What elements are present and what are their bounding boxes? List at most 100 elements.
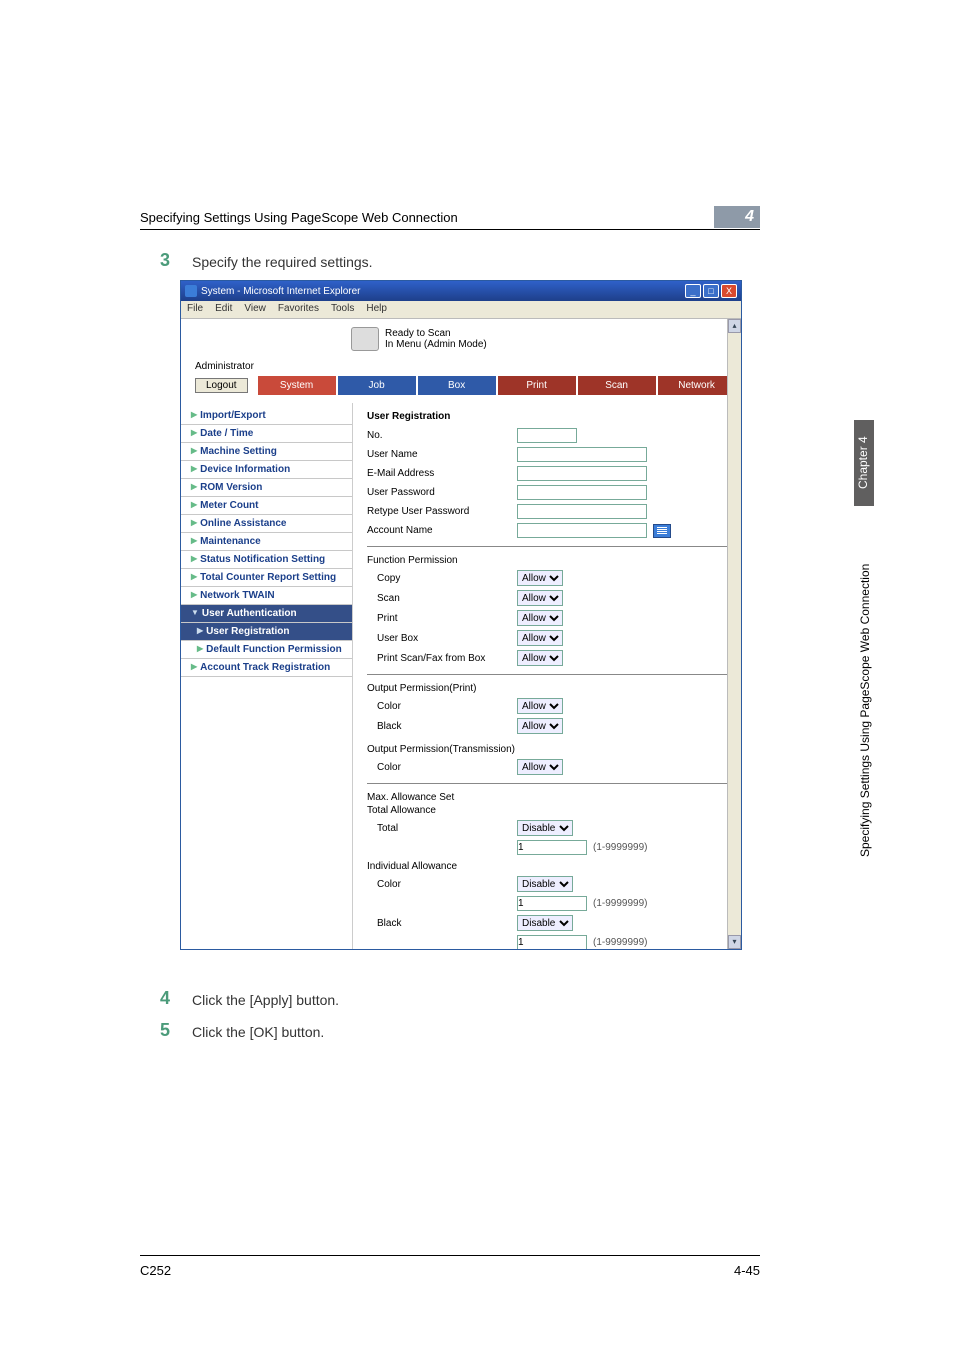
lab-color1: Color	[377, 701, 517, 712]
lab-color3: Color	[377, 879, 517, 890]
side-deffunc[interactable]: ▶Default Function Permission	[181, 641, 352, 659]
menu-tools[interactable]: Tools	[331, 303, 354, 316]
range-color3: (1-9999999)	[587, 898, 647, 909]
logout-button[interactable]: Logout	[195, 378, 248, 393]
page-header: Specifying Settings Using PageScope Web …	[140, 210, 760, 230]
step5-num: 5	[160, 1020, 170, 1041]
side-userreg[interactable]: ▶User Registration	[181, 623, 352, 641]
sel-psfb[interactable]: Allow	[517, 650, 563, 666]
menu-edit[interactable]: Edit	[215, 303, 232, 316]
tab-system[interactable]: System	[258, 376, 336, 395]
tab-job[interactable]: Job	[338, 376, 416, 395]
input-color3[interactable]	[517, 896, 587, 911]
form-heading: User Registration	[367, 411, 727, 426]
lab-psfb: Print Scan/Fax from Box	[377, 653, 517, 664]
sel-copy[interactable]: Allow	[517, 570, 563, 586]
tab-row: Logout System Job Box Print Scan Network	[181, 374, 741, 403]
lab-color2: Color	[377, 762, 517, 773]
status-row: Ready to Scan In Menu (Admin Mode)	[181, 319, 741, 357]
sel-print[interactable]: Allow	[517, 610, 563, 626]
chapter-badge: Chapter 4	[854, 420, 874, 506]
sel-userbox[interactable]: Allow	[517, 630, 563, 646]
scroll-up-icon[interactable]: ▴	[728, 319, 741, 333]
step4-num: 4	[160, 988, 170, 1009]
step3-num: 3	[160, 250, 170, 271]
window-title: System - Microsoft Internet Explorer	[201, 286, 361, 297]
sel-total[interactable]: Disable	[517, 820, 573, 836]
menu-view[interactable]: View	[244, 303, 266, 316]
input-black3[interactable]	[517, 935, 587, 949]
window-body: Ready to Scan In Menu (Admin Mode) Admin…	[181, 319, 741, 949]
input-no[interactable]	[517, 428, 577, 443]
side-device[interactable]: ▶Device Information	[181, 461, 352, 479]
lab-copy: Copy	[377, 573, 517, 584]
scroll-down-icon[interactable]: ▾	[728, 935, 741, 949]
scrollbar[interactable]: ▴ ▾	[727, 319, 741, 949]
side-text: Specifying Settings Using PageScope Web …	[858, 520, 872, 900]
menu-help[interactable]: Help	[366, 303, 387, 316]
tab-box[interactable]: Box	[418, 376, 496, 395]
tab-scan[interactable]: Scan	[578, 376, 656, 395]
input-email[interactable]	[517, 466, 647, 481]
totallow-title: Total Allowance	[367, 805, 727, 818]
step5-text: Click the [OK] button.	[192, 1024, 324, 1040]
tab-print[interactable]: Print	[498, 376, 576, 395]
side-account[interactable]: ▶Account Track Registration	[181, 659, 352, 677]
input-pw[interactable]	[517, 485, 647, 500]
close-button[interactable]: X	[721, 284, 737, 298]
sidebar: ▶Import/Export ▶Date / Time ▶Machine Set…	[181, 403, 353, 949]
lab-print: Print	[377, 613, 517, 624]
lab-black1: Black	[377, 721, 517, 732]
input-account[interactable]	[517, 523, 647, 538]
menu-file[interactable]: File	[187, 303, 203, 316]
side-counter[interactable]: ▶Total Counter Report Setting	[181, 569, 352, 587]
account-list-icon[interactable]	[653, 524, 671, 538]
side-online[interactable]: ▶Online Assistance	[181, 515, 352, 533]
sel-black3[interactable]: Disable	[517, 915, 573, 931]
indallow-title: Individual Allowance	[367, 857, 727, 874]
lab-scan: Scan	[377, 593, 517, 604]
window-titlebar: System - Microsoft Internet Explorer _ □…	[181, 281, 741, 301]
admin-label: Administrator	[181, 357, 741, 374]
lab-username: User Name	[367, 449, 517, 460]
lab-total: Total	[377, 823, 517, 834]
header-title: Specifying Settings Using PageScope Web …	[140, 210, 760, 225]
sel-color1[interactable]: Allow	[517, 698, 563, 714]
side-status[interactable]: ▶Status Notification Setting	[181, 551, 352, 569]
side-date[interactable]: ▶Date / Time	[181, 425, 352, 443]
menu-favorites[interactable]: Favorites	[278, 303, 319, 316]
sel-black1[interactable]: Allow	[517, 718, 563, 734]
sel-color3[interactable]: Disable	[517, 876, 573, 892]
window-buttons: _ □ X	[685, 284, 737, 298]
minimize-button[interactable]: _	[685, 284, 701, 298]
menu-bar: File Edit View Favorites Tools Help	[181, 301, 741, 319]
maximize-button[interactable]: □	[703, 284, 719, 298]
sel-color2[interactable]: Allow	[517, 759, 563, 775]
side-maint[interactable]: ▶Maintenance	[181, 533, 352, 551]
footer-line	[140, 1255, 760, 1256]
side-machine[interactable]: ▶Machine Setting	[181, 443, 352, 461]
status-line1: Ready to Scan	[385, 328, 487, 339]
step3-text: Specify the required settings.	[192, 254, 373, 270]
side-import[interactable]: ▶Import/Export	[181, 407, 352, 425]
side-label: Chapter 4 Specifying Settings Using Page…	[854, 420, 874, 920]
tab-network[interactable]: Network	[658, 376, 736, 395]
side-userauth[interactable]: ▼User Authentication	[181, 605, 352, 623]
input-username[interactable]	[517, 447, 647, 462]
screenshot-window: System - Microsoft Internet Explorer _ □…	[180, 280, 742, 950]
form-panel: User Registration No. User Name E-Mail A…	[353, 403, 741, 949]
footer-right: 4-45	[734, 1263, 760, 1278]
lab-account: Account Name	[367, 525, 517, 536]
side-meter[interactable]: ▶Meter Count	[181, 497, 352, 515]
lab-no: No.	[367, 430, 517, 441]
status-line2: In Menu (Admin Mode)	[385, 339, 487, 350]
lab-black3: Black	[377, 918, 517, 929]
content-columns: ▶Import/Export ▶Date / Time ▶Machine Set…	[181, 403, 741, 949]
input-repw[interactable]	[517, 504, 647, 519]
side-twain[interactable]: ▶Network TWAIN	[181, 587, 352, 605]
side-rom[interactable]: ▶ROM Version	[181, 479, 352, 497]
sel-scan[interactable]: Allow	[517, 590, 563, 606]
input-total[interactable]	[517, 840, 587, 855]
step4-text: Click the [Apply] button.	[192, 992, 339, 1008]
maxset-title: Max. Allowance Set	[367, 790, 727, 805]
